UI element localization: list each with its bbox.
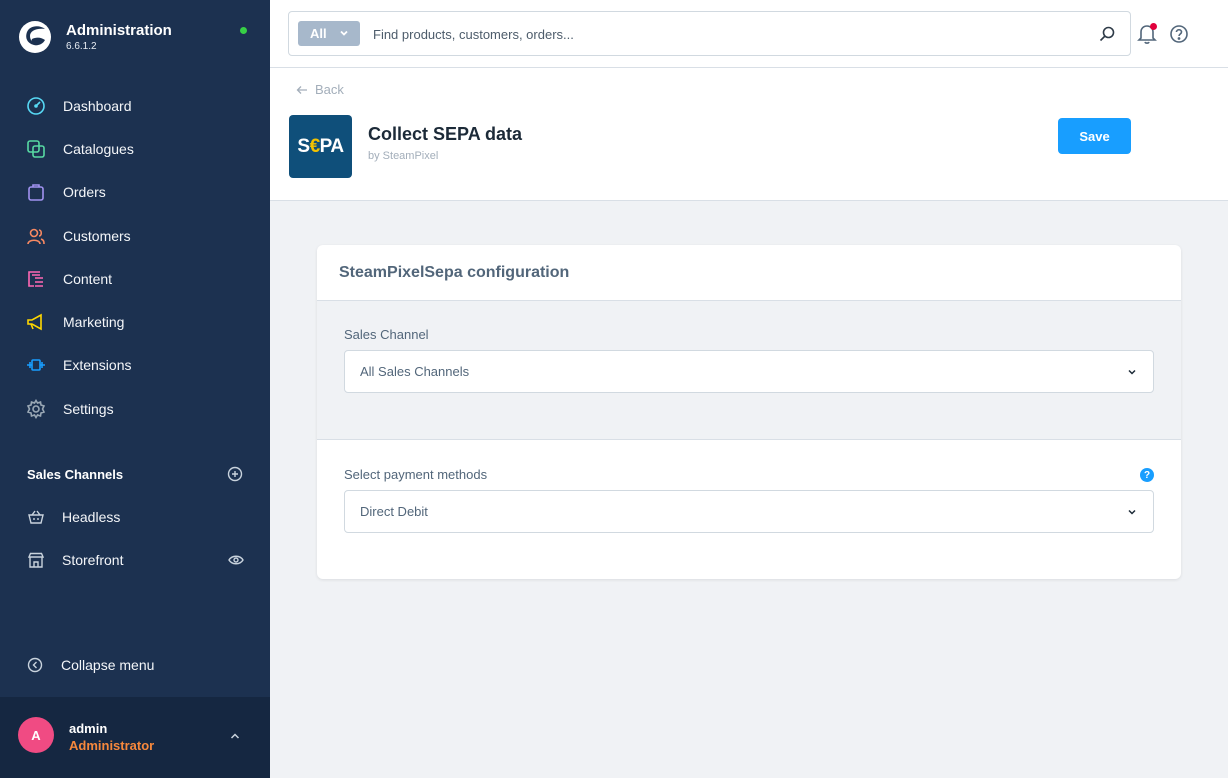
collapse-menu-button[interactable]: Collapse menu (27, 657, 154, 673)
sidebar-item-marketing[interactable]: Marketing (0, 300, 270, 343)
customers-icon (26, 226, 46, 246)
config-card: SteamPixelSepa configuration Sales Chann… (317, 245, 1181, 579)
catalogue-icon (26, 139, 46, 159)
payment-methods-label: Select payment methods (344, 467, 488, 482)
sidebar-item-catalogues[interactable]: Catalogues (0, 127, 270, 170)
sidebar-item-dashboard[interactable]: Dashboard (0, 84, 270, 127)
user-name: admin (69, 721, 108, 736)
arrow-left-icon (296, 85, 307, 94)
add-sales-channel-icon[interactable] (227, 466, 243, 482)
sidebar-item-label: Catalogues (63, 140, 134, 157)
help-badge[interactable]: ? (1140, 468, 1154, 482)
extension-author: by SteamPixel (368, 150, 439, 162)
sales-channel-label: Headless (62, 509, 121, 525)
sidebar-item-label: Customers (63, 227, 131, 244)
shopware-logo-icon (19, 21, 51, 53)
content-icon (26, 269, 46, 289)
sales-channel-select[interactable]: All Sales Channels (344, 350, 1154, 393)
help-icon[interactable] (1169, 24, 1189, 44)
payment-methods-select[interactable]: Direct Debit (344, 490, 1154, 533)
back-link[interactable]: Back (296, 82, 344, 97)
sales-channel-value: All Sales Channels (360, 364, 470, 379)
global-search: All (288, 11, 1131, 56)
collapse-menu-label: Collapse menu (61, 657, 155, 673)
sidebar-item-label: Orders (63, 184, 106, 201)
eye-icon[interactable] (228, 552, 244, 568)
sidebar-item-orders[interactable]: Orders (0, 171, 270, 214)
sales-channels-header: Sales Channels (27, 466, 243, 482)
search-input[interactable] (373, 22, 1073, 46)
sales-channel-label: Storefront (62, 552, 124, 568)
dashboard-icon (26, 96, 46, 116)
extensions-icon (26, 355, 46, 375)
orders-icon (26, 182, 46, 202)
chevron-down-icon (1128, 369, 1136, 375)
chevron-down-icon (340, 30, 348, 36)
sidebar-item-label: Marketing (63, 314, 125, 331)
sidebar: Administration 6.6.1.2 Dashboard Catalog… (0, 0, 270, 778)
save-button[interactable]: Save (1058, 118, 1131, 154)
search-type-label: All (310, 26, 327, 41)
chevron-left-circle-icon (27, 657, 43, 673)
topbar: All (270, 0, 1228, 68)
sidebar-item-content[interactable]: Content (0, 257, 270, 300)
back-label: Back (315, 82, 344, 97)
page-title: Collect SEPA data (368, 124, 523, 144)
chevron-down-icon (1128, 509, 1136, 515)
sales-channel-storefront[interactable]: Storefront (26, 548, 244, 572)
basket-icon (26, 507, 46, 527)
user-bar[interactable]: A admin Administrator (0, 697, 270, 778)
search-type-select[interactable]: All (298, 21, 360, 46)
sidebar-item-settings[interactable]: Settings (0, 387, 270, 430)
notification-badge (1150, 23, 1157, 30)
marketing-icon (26, 312, 46, 332)
card-title: SteamPixelSepa configuration (339, 264, 570, 281)
sales-channel-section: Sales Channel All Sales Channels (317, 301, 1181, 440)
page-header: Back S € PA Collect SEPA data by SteamPixe… (270, 68, 1228, 201)
avatar: A (18, 717, 54, 753)
sidebar-item-label: Extensions (63, 357, 132, 374)
brand[interactable]: Administration 6.6.1.2 (18, 20, 172, 54)
user-role: Administrator (69, 738, 155, 753)
search-icon[interactable] (1098, 25, 1116, 43)
storefront-icon (26, 550, 46, 570)
app-title: Administration (66, 21, 172, 39)
chevron-up-icon[interactable] (228, 729, 242, 743)
sales-channel-label: Sales Channel (344, 327, 429, 342)
main-nav: Dashboard Catalogues Orders Customers Co… (0, 84, 270, 430)
sidebar-item-extensions[interactable]: Extensions (0, 344, 270, 387)
online-status-dot (240, 27, 247, 34)
sales-channels-title: Sales Channels (27, 466, 124, 482)
sidebar-item-label: Dashboard (63, 97, 132, 114)
sales-channel-headless[interactable]: Headless (26, 505, 244, 529)
sidebar-item-label: Settings (63, 400, 114, 417)
sidebar-item-label: Content (63, 270, 113, 287)
app-version: 6.6.1.2 (66, 40, 97, 52)
sidebar-item-customers[interactable]: Customers (0, 214, 270, 257)
settings-icon (26, 398, 46, 419)
extension-logo: S € PA (289, 115, 352, 178)
payment-methods-value: Direct Debit (360, 504, 428, 519)
